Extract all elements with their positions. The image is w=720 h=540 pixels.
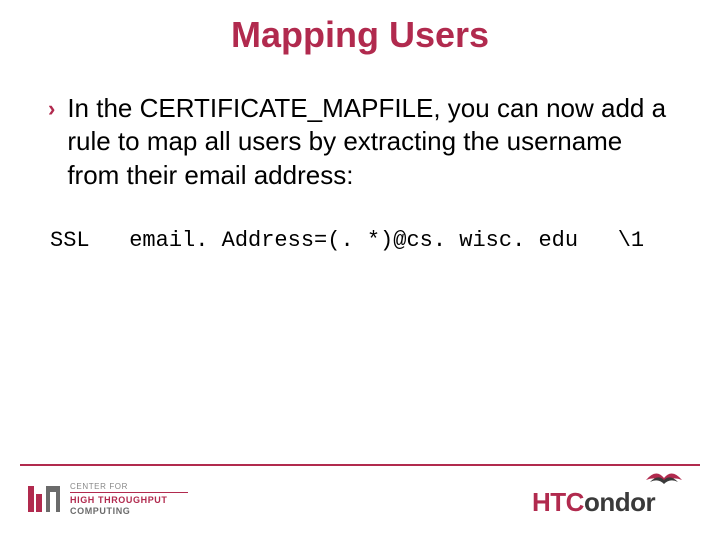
chtc-line1: CENTER FOR	[70, 482, 188, 491]
condor-bird-icon	[644, 470, 684, 488]
bullet-item: › In the CERTIFICATE_MAPFILE, you can no…	[48, 92, 678, 192]
htcondor-logo: HTCondor	[532, 476, 692, 518]
footer: CENTER FOR HIGH THROUGHPUT COMPUTING HTC…	[0, 464, 720, 522]
footer-rule	[20, 464, 700, 466]
code-line: SSL email. Address=(. *)@cs. wisc. edu \…	[50, 228, 678, 253]
slide-title: Mapping Users	[0, 0, 720, 56]
bullet-text: In the CERTIFICATE_MAPFILE, you can now …	[67, 92, 678, 192]
chtc-mark-icon	[28, 486, 60, 512]
chtc-text: CENTER FOR HIGH THROUGHPUT COMPUTING	[70, 482, 188, 516]
chevron-icon: ›	[48, 94, 55, 124]
chtc-divider-icon	[70, 492, 188, 493]
chtc-line2: HIGH THROUGHPUT	[70, 495, 168, 505]
htcondor-text: HTCondor	[532, 487, 655, 518]
htcondor-rest: ondor	[584, 487, 655, 517]
chtc-logo: CENTER FOR HIGH THROUGHPUT COMPUTING	[28, 482, 188, 516]
htcondor-ht: HTC	[532, 487, 584, 517]
chtc-line3: COMPUTING	[70, 506, 188, 516]
slide-body: › In the CERTIFICATE_MAPFILE, you can no…	[0, 56, 720, 253]
